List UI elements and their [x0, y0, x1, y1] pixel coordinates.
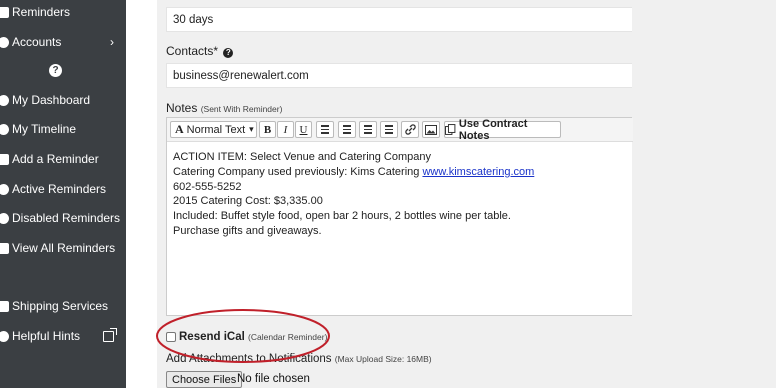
- attachments-label-text: Add Attachments to Notifications: [166, 353, 332, 365]
- shipping-icon: [0, 300, 9, 312]
- notes-label-sub: (Sent With Reminder): [200, 104, 283, 114]
- contacts-label: Contacts* ?: [166, 44, 234, 58]
- link-icon: [404, 124, 416, 135]
- disabled-reminders-icon: [0, 212, 9, 224]
- notes-line: ACTION ITEM: Select Venue and Catering C…: [173, 151, 432, 163]
- sidebar-item-dashboard[interactable]: My Dashboard: [0, 87, 126, 113]
- sidebar-item-label: Active Reminders: [12, 182, 107, 196]
- notes-line: 2015 Catering Cost: $3,335.00: [173, 195, 323, 208]
- format-dropdown[interactable]: A Normal Text ▾: [170, 121, 257, 138]
- contacts-label-text: Contacts*: [166, 44, 219, 58]
- outdent-button[interactable]: [359, 121, 377, 138]
- editor-toolbar: A Normal Text ▾ B I U Use Contract Notes: [167, 118, 633, 142]
- catering-link[interactable]: www.kimscatering.com: [422, 166, 534, 178]
- question-icon[interactable]: ?: [223, 48, 234, 58]
- sidebar-item-label: View All Reminders: [12, 241, 116, 255]
- notes-line-text: Catering Company used previously: Kims C…: [173, 165, 423, 178]
- indent-button[interactable]: [380, 121, 398, 138]
- sidebar-item-active-reminders[interactable]: Active Reminders: [0, 176, 126, 202]
- notes-editor[interactable]: A Normal Text ▾ B I U Use Contract Notes: [166, 117, 633, 316]
- notes-line: Catering Company used previously: Kims C…: [173, 165, 534, 180]
- contacts-field[interactable]: business@renewalert.com: [166, 63, 632, 88]
- image-button[interactable]: [422, 121, 440, 138]
- sidebar-item-reminders[interactable]: Reminders: [0, 0, 126, 25]
- numbered-list-button[interactable]: [338, 121, 356, 138]
- sidebar-item-add-reminder[interactable]: Add a Reminder: [0, 146, 126, 172]
- sidebar-item-label: Disabled Reminders: [12, 211, 121, 225]
- resend-ical-label-sub: (Calendar Reminder): [248, 332, 328, 342]
- sidebar-item-label: Add a Reminder: [12, 152, 99, 166]
- sidebar: Reminders Accounts › ? My Dashboard My T…: [0, 0, 126, 388]
- reminders-icon: [0, 6, 9, 18]
- sidebar-item-label: Reminders: [12, 5, 71, 19]
- link-button[interactable]: [401, 121, 419, 138]
- file-status: No file chosen: [237, 373, 310, 385]
- choose-files-button[interactable]: Choose Files: [166, 371, 243, 388]
- indent-icon: [385, 128, 393, 131]
- accounts-icon: [0, 36, 9, 48]
- sidebar-item-disabled-reminders[interactable]: Disabled Reminders: [0, 205, 126, 231]
- outdent-icon: [364, 132, 372, 134]
- bullet-list-button[interactable]: [316, 121, 334, 138]
- format-dropdown-label: Normal Text: [186, 123, 246, 136]
- bullet-list-icon: [321, 128, 329, 131]
- sidebar-item-label: Shipping Services: [12, 299, 109, 313]
- hints-icon: [0, 330, 9, 342]
- image-icon: [425, 124, 437, 135]
- sidebar-item-hints[interactable]: Helpful Hints: [0, 323, 126, 349]
- timeline-icon: [0, 123, 9, 135]
- active-reminders-icon: [0, 183, 9, 195]
- chevron-right-icon: ›: [110, 35, 114, 49]
- sidebar-item-accounts[interactable]: Accounts ›: [0, 29, 126, 55]
- underline-button[interactable]: U: [295, 121, 312, 138]
- attachments-label: Add Attachments to Notifications (Max Up…: [166, 353, 432, 365]
- dashboard-icon: [0, 94, 9, 106]
- outdent-icon: [364, 128, 372, 131]
- resend-ical-label[interactable]: Resend iCal (Calendar Reminder): [179, 331, 327, 343]
- sidebar-item-label: My Dashboard: [12, 93, 91, 107]
- sidebar-item-label: Accounts: [12, 35, 62, 49]
- view-all-icon: [0, 242, 9, 254]
- sidebar-item-view-all[interactable]: View All Reminders: [0, 235, 126, 261]
- numbered-list-icon: [343, 128, 351, 131]
- period-field[interactable]: 30 days: [166, 7, 632, 32]
- italic-button[interactable]: I: [277, 121, 294, 138]
- sidebar-item-timeline[interactable]: My Timeline: [0, 116, 126, 142]
- indent-icon: [385, 132, 393, 134]
- numbered-list-icon: [343, 125, 351, 127]
- attachments-label-sub: (Max Upload Size: 16MB): [334, 354, 432, 364]
- notes-line: Included: Buffet style food, open bar 2 …: [173, 210, 511, 223]
- notes-label: Notes (Sent With Reminder): [166, 101, 282, 115]
- notes-label-text: Notes: [166, 101, 198, 115]
- notes-line: 602-555-5252: [173, 180, 242, 193]
- bullet-list-icon: [321, 125, 329, 127]
- resend-ical-checkbox[interactable]: [166, 332, 176, 342]
- notes-line: Purchase gifts and giveaways.: [173, 224, 322, 237]
- help-icon[interactable]: ?: [49, 64, 62, 77]
- numbered-list-icon: [343, 132, 351, 134]
- external-link-icon: [103, 327, 117, 342]
- sidebar-item-shipping[interactable]: Shipping Services: [0, 293, 126, 319]
- outdent-icon: [364, 125, 372, 127]
- copy-icon: [445, 124, 456, 135]
- resend-ical-label-text: Resend iCal: [179, 331, 245, 343]
- indent-icon: [385, 125, 393, 127]
- bold-button[interactable]: B: [259, 121, 276, 138]
- use-contract-notes-button[interactable]: Use Contract Notes: [444, 118, 561, 142]
- bullet-list-icon: [321, 132, 329, 134]
- sidebar-item-label: Helpful Hints: [12, 329, 81, 343]
- add-reminder-icon: [0, 153, 9, 165]
- caret-down-icon: ▾: [249, 124, 254, 134]
- use-contract-notes-label: Use Contract Notes: [458, 117, 528, 142]
- notes-content: ACTION ITEM: Select Venue and Catering C…: [173, 150, 534, 239]
- font-icon: A: [175, 122, 184, 136]
- sidebar-item-label: My Timeline: [12, 122, 77, 136]
